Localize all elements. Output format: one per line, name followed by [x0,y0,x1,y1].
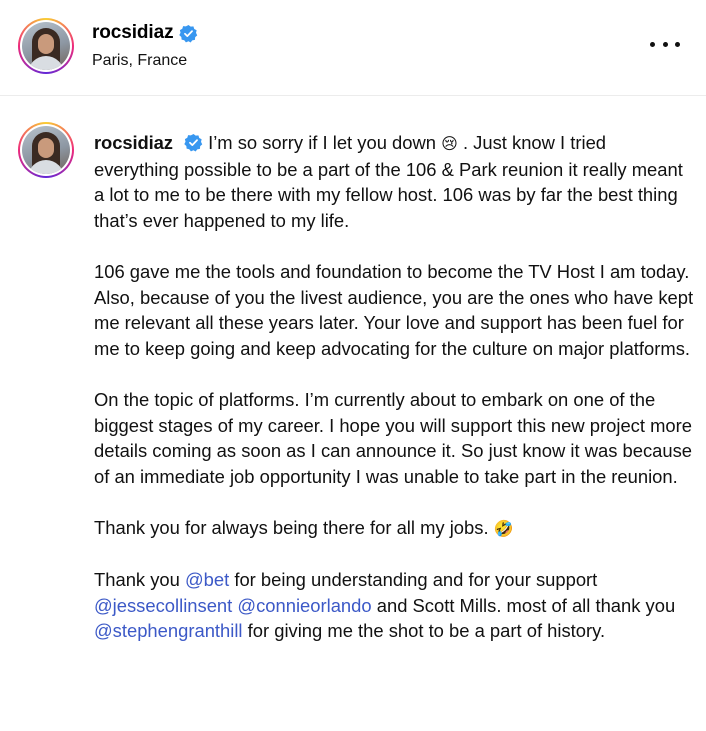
mention-bet[interactable]: @bet [185,569,229,590]
caption-paragraph-5: Thank you @bet for being understanding a… [94,569,676,642]
caption-paragraph-1: rocsidiaz I’m so sorry if I let you down… [94,132,683,231]
caption-paragraph-2: 106 gave me the tools and foundation to … [94,260,694,359]
avatar[interactable] [18,18,74,74]
header-username-row: rocsidiaz [92,22,198,44]
caption-username[interactable]: rocsidiaz [94,132,173,153]
post-header: rocsidiaz Paris, France [0,0,706,96]
mention-connieorlando[interactable]: @connieorlando [237,595,371,616]
mention-jessecollinsent[interactable]: @jessecollinsent [94,595,232,616]
more-horizontal-icon [650,41,655,47]
caption-text: rocsidiaz I’m so sorry if I let you down… [94,130,694,644]
location-link[interactable]: Paris, France [92,52,187,70]
header-username[interactable]: rocsidiaz [92,22,174,44]
profile-photo [22,22,70,70]
profile-photo [22,126,70,174]
caption-paragraph-4: Thank you for always being there for all… [94,516,514,538]
caption-paragraph-3: On the topic of platforms. I’m currently… [94,388,693,487]
rolling-laughing-emoji: 🤣 [493,518,514,538]
caption-avatar[interactable] [18,122,74,178]
mention-stephengranthill[interactable]: @stephengranthill [94,620,243,641]
verified-badge-icon [184,133,203,152]
verified-badge-icon [179,24,198,43]
crying-face-emoji: 😢 [441,134,458,153]
more-options-button[interactable] [650,34,680,54]
